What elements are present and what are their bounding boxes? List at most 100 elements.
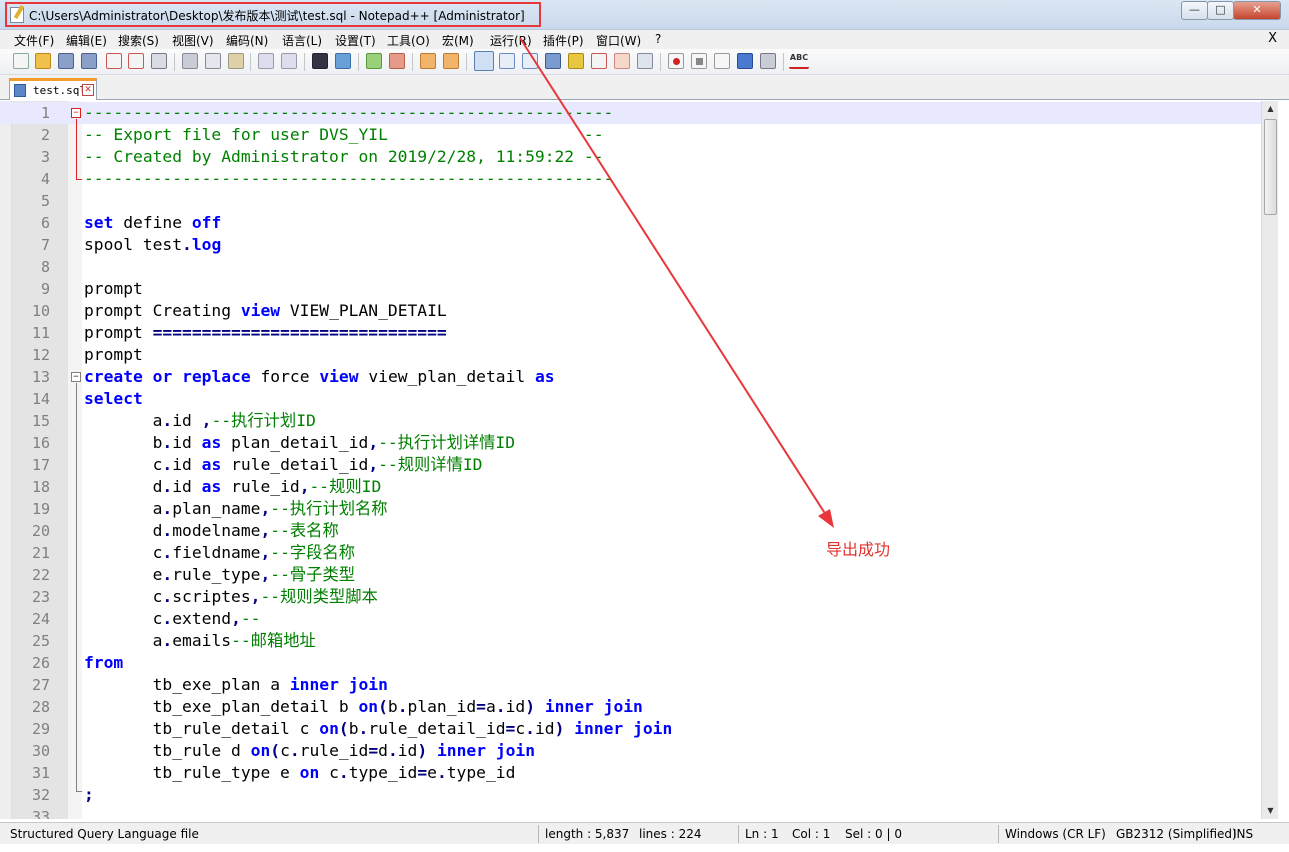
code-line[interactable]: 3 -- Created by Administrator on 2019/2/2… — [0, 146, 1261, 168]
code-token: ; — [84, 785, 94, 804]
code-line[interactable]: 25 a.emails--邮箱地址 — [0, 630, 1261, 652]
copy-icon[interactable] — [205, 53, 221, 69]
menu-window[interactable]: 窗口(W) — [596, 32, 641, 49]
spellcheck-icon[interactable]: ABC — [789, 53, 809, 69]
menu-run[interactable]: 运行(R) — [490, 32, 532, 49]
close-icon[interactable] — [106, 53, 122, 69]
print-icon[interactable] — [151, 53, 167, 69]
menu-help[interactable]: ? — [655, 32, 661, 46]
run-macro-multiple-icon[interactable] — [737, 53, 753, 69]
close-all-icon[interactable] — [128, 53, 144, 69]
menu-encoding[interactable]: 编码(N) — [226, 32, 268, 49]
code-line[interactable]: 21 c.fieldname,--字段名称 — [0, 542, 1261, 564]
undo-icon[interactable] — [258, 53, 274, 69]
fold-collapse-icon[interactable]: − — [71, 108, 81, 118]
line-number: 5 — [40, 192, 50, 210]
find-icon[interactable] — [312, 53, 328, 69]
code-line[interactable]: 11 prompt ============================== — [0, 322, 1261, 344]
close-window-button[interactable]: ✕ — [1233, 1, 1281, 20]
menu-macro[interactable]: 宏(M) — [442, 32, 474, 49]
code-line[interactable]: 23 c.scriptes,--规则类型脚本 — [0, 586, 1261, 608]
minimize-button[interactable]: — — [1181, 1, 1208, 20]
sync-vertical-icon[interactable] — [420, 53, 436, 69]
code-editor[interactable]: 1 ---------------------------------------… — [0, 101, 1261, 819]
code-line[interactable]: 5 — [0, 190, 1261, 212]
code-text: from — [84, 652, 123, 674]
function-list-icon[interactable] — [568, 53, 584, 69]
code-line[interactable]: 29 tb_rule_detail c on(b.rule_detail_id=… — [0, 718, 1261, 740]
code-line[interactable]: 15 a.id ,--执行计划ID — [0, 410, 1261, 432]
redo-icon[interactable] — [281, 53, 297, 69]
code-line[interactable]: 7 spool test.log — [0, 234, 1261, 256]
code-line[interactable]: 27 tb_exe_plan a inner join — [0, 674, 1261, 696]
open-file-icon[interactable] — [35, 53, 51, 69]
code-line[interactable]: 1 ---------------------------------------… — [0, 102, 1261, 124]
code-token: rule_id — [299, 741, 369, 760]
code-line[interactable]: 28 tb_exe_plan_detail b on(b.plan_id=a.i… — [0, 696, 1261, 718]
replace-icon[interactable] — [335, 53, 351, 69]
menu-file[interactable]: 文件(F) — [14, 32, 54, 49]
document-map-icon[interactable] — [614, 53, 630, 69]
scroll-up-arrow-icon[interactable]: ▲ — [1263, 101, 1278, 117]
tab-close-icon[interactable]: ✕ — [82, 84, 94, 96]
code-line[interactable]: 12 prompt — [0, 344, 1261, 366]
record-macro-icon[interactable] — [668, 53, 684, 69]
code-line[interactable]: 24 c.extend,-- — [0, 608, 1261, 630]
code-line[interactable]: 18 d.id as rule_id,--规则ID — [0, 476, 1261, 498]
stop-record-icon[interactable] — [691, 53, 707, 69]
new-file-icon[interactable] — [13, 53, 29, 69]
zoom-out-icon[interactable] — [389, 53, 405, 69]
code-token: . — [162, 543, 173, 562]
code-line[interactable]: 31 tb_rule_type e on c.type_id=e.type_id — [0, 762, 1261, 784]
code-line[interactable]: 17 c.id as rule_detail_id,--规则详情ID — [0, 454, 1261, 476]
code-line[interactable]: 4 ---------------------------------------… — [0, 168, 1261, 190]
folder-workspace-icon[interactable] — [591, 53, 607, 69]
save-macro-icon[interactable] — [760, 53, 776, 69]
code-token: e — [427, 763, 437, 782]
sync-horizontal-icon[interactable] — [443, 53, 459, 69]
code-text: tb_exe_plan_detail b on(b.plan_id=a.id) … — [84, 696, 643, 718]
code-token: on — [358, 697, 379, 716]
vertical-scrollbar[interactable]: ▲ ▼ — [1261, 101, 1278, 819]
maximize-button[interactable]: □ — [1207, 1, 1234, 20]
code-line[interactable]: 20 d.modelname,--表名称 — [0, 520, 1261, 542]
show-all-chars-icon[interactable] — [499, 53, 515, 69]
menu-language[interactable]: 语言(L) — [282, 32, 322, 49]
word-wrap-icon[interactable] — [474, 51, 494, 71]
code-line[interactable]: 16 b.id as plan_detail_id,--执行计划详情ID — [0, 432, 1261, 454]
line-number: 3 — [40, 148, 50, 166]
menu-search[interactable]: 搜索(S) — [118, 32, 159, 49]
code-line[interactable]: 26 from — [0, 652, 1261, 674]
code-line[interactable]: 14 select — [0, 388, 1261, 410]
zoom-in-icon[interactable] — [366, 53, 382, 69]
tab-test-sql[interactable]: test.sql ✕ — [9, 78, 97, 100]
code-line[interactable]: 33 — [0, 806, 1261, 819]
paste-icon[interactable] — [228, 53, 244, 69]
code-line[interactable]: 19 a.plan_name,--执行计划名称 — [0, 498, 1261, 520]
close-document-button[interactable]: X — [1268, 31, 1277, 46]
code-line[interactable]: 10 prompt Creating view VIEW_PLAN_DETAIL — [0, 300, 1261, 322]
menu-settings[interactable]: 设置(T) — [335, 32, 376, 49]
fold-collapse-icon[interactable]: − — [71, 372, 81, 382]
cut-icon[interactable] — [182, 53, 198, 69]
scroll-down-arrow-icon[interactable]: ▼ — [1263, 803, 1278, 819]
code-line[interactable]: 6 set define off — [0, 212, 1261, 234]
code-line[interactable]: 9 prompt — [0, 278, 1261, 300]
menu-view[interactable]: 视图(V) — [172, 32, 214, 49]
menu-tools[interactable]: 工具(O) — [387, 32, 430, 49]
code-line[interactable]: 8 — [0, 256, 1261, 278]
udl-icon[interactable] — [545, 53, 561, 69]
code-line[interactable]: 13 create or replace force view view_plan… — [0, 366, 1261, 388]
code-line[interactable]: 22 e.rule_type,--骨子类型 — [0, 564, 1261, 586]
menu-edit[interactable]: 编辑(E) — [66, 32, 107, 49]
code-line[interactable]: 32; — [0, 784, 1261, 806]
play-macro-icon[interactable] — [714, 53, 730, 69]
save-all-icon[interactable] — [81, 53, 97, 69]
menu-plugins[interactable]: 插件(P) — [543, 32, 584, 49]
indent-guide-icon[interactable] — [522, 53, 538, 69]
monitoring-icon[interactable] — [637, 53, 653, 69]
save-icon[interactable] — [58, 53, 74, 69]
scroll-thumb[interactable] — [1264, 119, 1277, 215]
code-line[interactable]: 2 -- Export file for user DVS_YIL -- — [0, 124, 1261, 146]
code-line[interactable]: 30 tb_rule d on(c.rule_id=d.id) inner jo… — [0, 740, 1261, 762]
